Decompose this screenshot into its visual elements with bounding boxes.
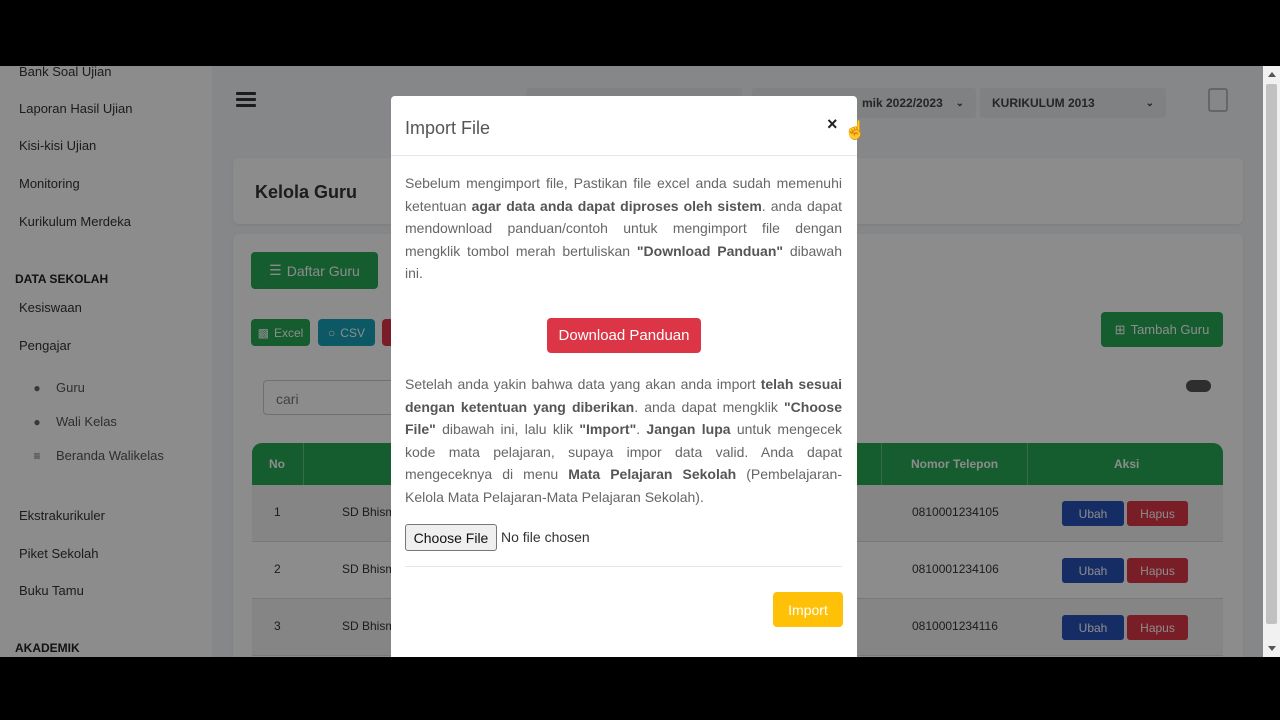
download-panduan-button[interactable]: Download Panduan xyxy=(547,318,701,353)
import-button[interactable]: Import xyxy=(773,592,843,627)
scroll-thumb[interactable] xyxy=(1266,84,1277,624)
divider xyxy=(405,566,842,567)
scroll-down-arrow-icon[interactable] xyxy=(1268,646,1276,651)
modal-title: Import File xyxy=(405,118,491,138)
app-screen: Bank Soal Ujian Laporan Hasil Ujian Kisi… xyxy=(0,66,1280,657)
choose-file-button[interactable]: Choose File xyxy=(405,524,497,551)
instruction-paragraph-1: Sebelum mengimport file, Pastikan file e… xyxy=(405,175,842,281)
page-scrollbar[interactable] xyxy=(1263,66,1280,657)
import-file-modal: Import File × ☝ Sebelum mengimport file,… xyxy=(391,96,866,657)
scroll-up-arrow-icon[interactable] xyxy=(1268,72,1276,77)
close-icon[interactable]: × xyxy=(827,114,838,135)
instruction-paragraph-2: Setelah anda yakin bahwa data yang akan … xyxy=(405,376,842,505)
hand-cursor-icon: ☝ xyxy=(844,120,867,140)
divider xyxy=(391,155,857,156)
file-status-text: No file chosen xyxy=(501,529,590,545)
